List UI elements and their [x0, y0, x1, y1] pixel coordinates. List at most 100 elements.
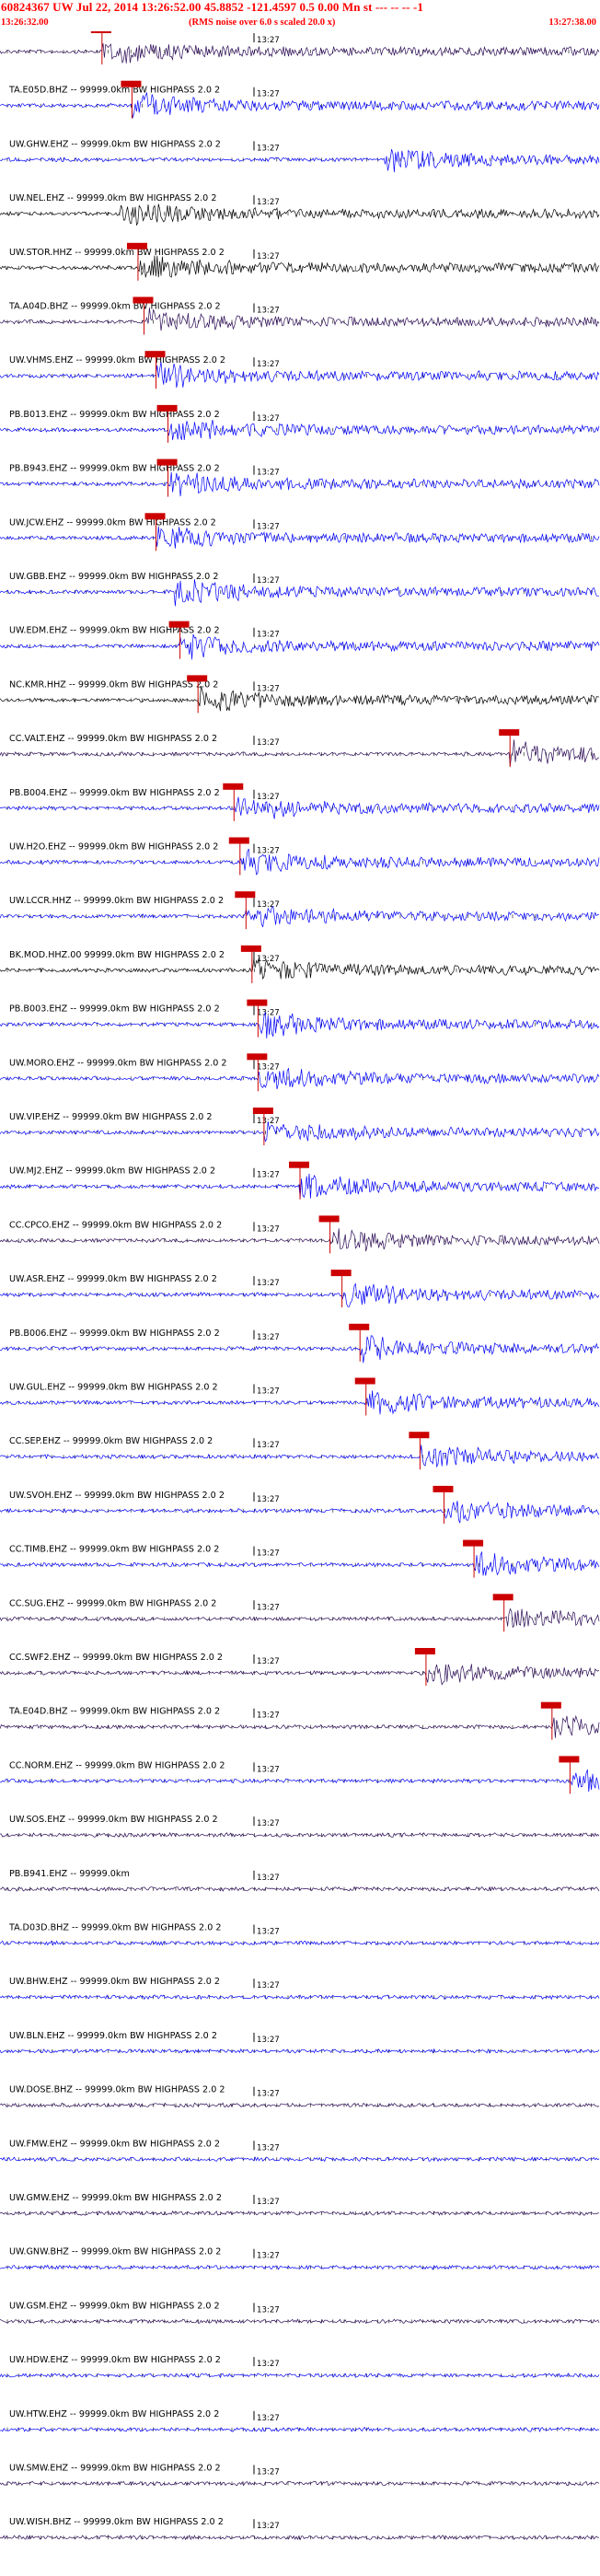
channel-31: CC.SWF2.EHZ -- 99999.0km BW HIGHPASS 2.0…	[0, 1648, 600, 1686]
channel-30: CC.SUG.EHZ -- 99999.0km BW HIGHPASS 2.0 …	[0, 1594, 600, 1632]
time-tick-label: 13:27	[257, 360, 280, 369]
channel-label: PB.B013.EHZ -- 99999.0km BW HIGHPASS 2.0…	[9, 410, 220, 420]
phase-pick-flag	[252, 1108, 273, 1114]
time-tick-label: 13:27	[257, 2036, 280, 2045]
channel-27: CC.SEP.EHZ -- 99999.0km BW HIGHPASS 2.0 …	[0, 1432, 600, 1470]
channel-19: PB.B003.EHZ -- 99999.0km BW HIGHPASS 2.0…	[0, 999, 600, 1039]
phase-pick-flag	[228, 837, 249, 844]
channel-label: UW.SVOH.EHZ -- 99999.0km BW HIGHPASS 2.0…	[9, 1491, 225, 1501]
channel-7: UW.VHMS.EHZ -- 99999.0km BW HIGHPASS 2.0…	[0, 351, 600, 389]
phase-pick-flag	[414, 1648, 435, 1654]
channel-label: CC.SUG.EHZ -- 99999.0km BW HIGHPASS 2.0 …	[9, 1598, 216, 1608]
time-tick-label: 13:27	[257, 2522, 280, 2531]
channel-14: CC.VALT.EHZ -- 99999.0km BW HIGHPASS 2.0…	[0, 729, 600, 768]
seismogram-traces: 13:27 TA.E05D.BHZ -- 99999.0km BW HIGHPAS…	[0, 31, 600, 2541]
channel-label: BK.MOD.HHZ.00 99999.0km BW HIGHPASS 2.0 …	[9, 950, 225, 960]
time-tick-label: 13:27	[257, 1603, 280, 1612]
time-tick-label: 13:27	[257, 1657, 280, 1666]
rms-noise-note: (RMS noise over 6.0 s scaled 20.0 x)	[189, 17, 336, 28]
channel-label: UW.GUL.EHZ -- 99999.0km BW HIGHPASS 2.0 …	[9, 1383, 218, 1393]
time-tick-label: 13:27	[257, 1928, 280, 1937]
time-tick-label: 13:27	[257, 1062, 280, 1072]
time-tick-label: 13:27	[257, 2414, 280, 2423]
channel-4: UW.NEL.EHZ -- 99999.0km BW HIGHPASS 2.0 …	[0, 193, 600, 226]
channel-label: UW.VHMS.EHZ -- 99999.0km BW HIGHPASS 2.0…	[9, 355, 225, 366]
seismogram-plot: 13:27 TA.E05D.BHZ -- 99999.0km BW HIGHPAS…	[0, 31, 600, 2576]
time-tick-label: 13:27	[257, 1819, 280, 1828]
channel-45: UW.HTW.EHZ -- 99999.0km BW HIGHPASS 2.0 …	[0, 2409, 600, 2433]
waveform-trace	[0, 957, 600, 981]
channel-38: UW.BLN.EHZ -- 99999.0km BW HIGHPASS 2.0 …	[0, 2031, 600, 2054]
waveform-trace	[0, 362, 600, 389]
channel-40: UW.FMW.EHZ -- 99999.0km BW HIGHPASS 2.0 …	[0, 2139, 600, 2163]
time-tick-label: 13:27	[257, 414, 280, 424]
time-tick-label: 13:27	[257, 793, 280, 802]
channel-label: TA.D03D.BHZ -- 99999.0km BW HIGHPASS 2.0…	[8, 1923, 221, 1933]
waveform-trace	[0, 91, 600, 119]
channel-37: UW.BHW.EHZ -- 99999.0km BW HIGHPASS 2.0 …	[0, 1977, 600, 2001]
time-tick-label: 13:27	[257, 1712, 280, 1721]
channel-42: UW.GNW.BHZ -- 99999.0km BW HIGHPASS 2.0 …	[0, 2247, 600, 2270]
phase-pick-flag	[318, 1215, 340, 1223]
phase-pick-flag	[330, 1270, 352, 1277]
time-tick-label: 13:27	[257, 2468, 280, 2477]
phase-pick-flag	[168, 621, 190, 628]
time-tick-label: 13:27	[257, 1441, 280, 1450]
second-ticks	[6, 2211, 592, 2215]
time-tick-label: 13:27	[257, 684, 280, 693]
channel-label: UW.GMW.EHZ -- 99999.0km BW HIGHPASS 2.0 …	[9, 2193, 222, 2203]
waveform-trace	[0, 1769, 600, 1793]
phase-pick-flag	[240, 945, 261, 952]
phase-pick-flag	[247, 1053, 268, 1061]
time-tick-label: 13:27	[257, 1279, 280, 1288]
time-tick-label: 13:27	[257, 2198, 280, 2207]
event-title: 60824367 UW Jul 22, 2014 13:26:52.00 45.…	[1, 0, 423, 14]
channel-11: UW.GBB.EHZ -- 99999.0km BW HIGHPASS 2.0 …	[0, 572, 600, 607]
channel-24: UW.ASR.EHZ -- 99999.0km BW HIGHPASS 2.0 …	[0, 1270, 600, 1308]
channel-3: UW.GHW.EHZ -- 99999.0km BW HIGHPASS 2.0 …	[0, 139, 600, 173]
time-tick-label: 13:27	[257, 198, 280, 207]
channel-label: PB.B004.EHZ -- 99999.0km BW HIGHPASS 2.0…	[9, 788, 220, 798]
time-tick-label: 13:27	[257, 522, 280, 531]
channel-33: CC.NORM.EHZ -- 99999.0km BW HIGHPASS 2.0…	[0, 1756, 600, 1794]
channel-35: PB.B941.EHZ -- 99999.0km 13:27	[0, 1869, 600, 1892]
channel-2: TA.E05D.BHZ -- 99999.0km BW HIGHPASS 2.0…	[0, 80, 600, 119]
channel-label: UW.LCCR.HHZ -- 99999.0km BW HIGHPASS 2.0…	[9, 896, 224, 906]
channel-label: UW.BHW.EHZ -- 99999.0km BW HIGHPASS 2.0 …	[9, 1977, 220, 1987]
channel-18: BK.MOD.HHZ.00 99999.0km BW HIGHPASS 2.0 …	[0, 945, 600, 983]
channel-label: PB.B006.EHZ -- 99999.0km BW HIGHPASS 2.0…	[9, 1329, 220, 1339]
channel-16: UW.H2O.EHZ -- 99999.0km BW HIGHPASS 2.0 …	[0, 837, 600, 876]
time-tick-label: 13:27	[257, 1387, 280, 1397]
channel-label: TA.E04D.BHZ -- 99999.0km BW HIGHPASS 2.0…	[8, 1707, 220, 1717]
channel-label: CC.TIMB.EHZ -- 99999.0km BW HIGHPASS 2.0…	[9, 1545, 219, 1555]
channel-32: TA.E04D.BHZ -- 99999.0km BW HIGHPASS 2.0…	[0, 1701, 600, 1740]
channel-21: UW.VIP.EHZ -- 99999.0km BW HIGHPASS 2.0 …	[0, 1108, 600, 1145]
phase-pick-flag	[540, 1701, 561, 1709]
time-tick-label: 13:27	[257, 2360, 280, 2369]
channel-15: PB.B004.EHZ -- 99999.0km BW HIGHPASS 2.0…	[0, 783, 600, 821]
time-tick-label: 13:27	[257, 1765, 280, 1774]
channel-39: UW.DOSE.BHZ -- 99999.0km BW HIGHPASS 2.0…	[0, 2085, 600, 2108]
channel-label: UW.DOSE.BHZ -- 99999.0km BW HIGHPASS 2.0…	[9, 2085, 225, 2095]
channel-label: CC.VALT.EHZ -- 99999.0km BW HIGHPASS 2.0…	[9, 734, 217, 744]
window-start-time: 13:26:32.00	[1, 17, 49, 28]
phase-pick-flag	[156, 458, 178, 466]
channel-26: UW.GUL.EHZ -- 99999.0km BW HIGHPASS 2.0 …	[0, 1377, 600, 1416]
channel-28: UW.SVOH.EHZ -- 99999.0km BW HIGHPASS 2.0…	[0, 1485, 600, 1524]
waveform-trace	[0, 255, 600, 278]
window-end-time: 13:27:38.00	[548, 17, 596, 28]
time-tick-label: 13:27	[257, 2090, 280, 2099]
phase-pick-flag	[463, 1539, 484, 1547]
time-tick-label: 13:27	[257, 307, 280, 316]
channel-label: UW.GHW.EHZ -- 99999.0km BW HIGHPASS 2.0 …	[9, 139, 221, 149]
channel-label: CC.SEP.EHZ -- 99999.0km BW HIGHPASS 2.0 …	[9, 1436, 213, 1446]
channel-9: PB.B943.EHZ -- 99999.0km BW HIGHPASS 2.0…	[0, 458, 600, 497]
phase-pick-flag	[90, 31, 111, 33]
channel-22: UW.MJ2.EHZ -- 99999.0km BW HIGHPASS 2.0 …	[0, 1161, 600, 1200]
channel-label: TA.E05D.BHZ -- 99999.0km BW HIGHPASS 2.0…	[8, 86, 220, 96]
time-tick-label: 13:27	[257, 847, 280, 856]
channel-label: CC.NORM.EHZ -- 99999.0km BW HIGHPASS 2.0…	[9, 1760, 225, 1770]
channel-label: UW.STOR.HHZ -- 99999.0km BW HIGHPASS 2.0…	[9, 248, 225, 258]
phase-pick-flag	[156, 404, 178, 412]
channel-label: UW.GNW.BHZ -- 99999.0km BW HIGHPASS 2.0 …	[9, 2247, 221, 2257]
